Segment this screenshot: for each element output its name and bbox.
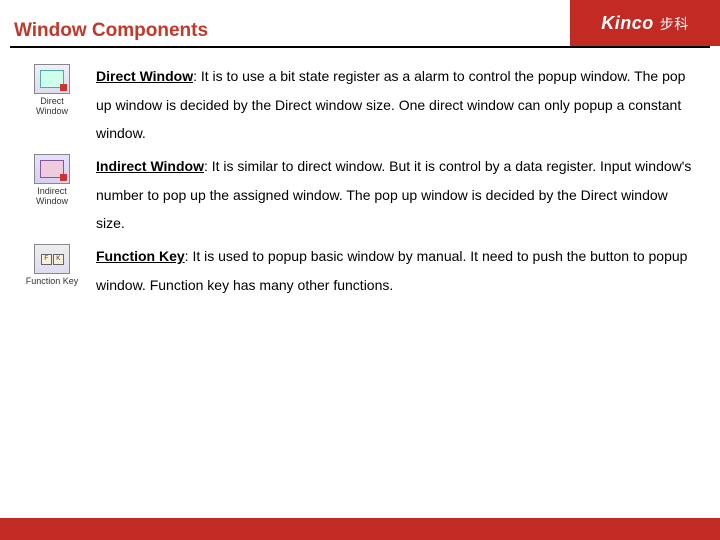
icon-label: Function Key <box>24 276 80 286</box>
icon-label: Indirect Window <box>24 186 80 206</box>
brand-logo-text: Kinco步科 <box>601 13 689 34</box>
icon-label: Direct Window <box>24 96 80 116</box>
content-area: Direct Window Direct Window: It is to us… <box>0 48 720 300</box>
function-key-text: Function Key: It is used to popup basic … <box>96 242 696 299</box>
section-function-key: FK Function Key Function Key: It is used… <box>24 242 696 299</box>
function-key-icon: FK Function Key <box>24 244 80 286</box>
section-direct-window: Direct Window Direct Window: It is to us… <box>24 62 696 148</box>
indirect-window-text: Indirect Window: It is similar to direct… <box>96 152 696 238</box>
section-indirect-window: Indirect Window Indirect Window: It is s… <box>24 152 696 238</box>
brand-logo: Kinco步科 <box>570 0 720 46</box>
indirect-window-icon: Indirect Window <box>24 154 80 206</box>
page-title: Window Components <box>0 10 570 46</box>
direct-window-text: Direct Window: It is to use a bit state … <box>96 62 696 148</box>
footer-bar <box>0 518 720 540</box>
direct-window-icon: Direct Window <box>24 64 80 116</box>
header: Window Components Kinco步科 <box>0 0 720 46</box>
